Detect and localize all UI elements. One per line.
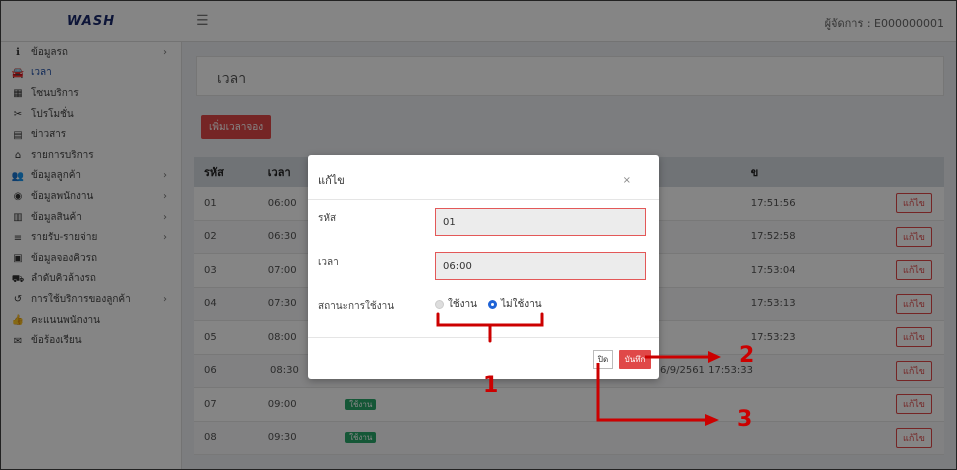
save-arrow-annotation [645, 351, 721, 363]
close-arrow-annotation [596, 363, 719, 426]
annotation-number-2: 2 [739, 343, 755, 368]
radio-bracket-annotation [436, 312, 544, 343]
app-window: WASH ☰ ผู้จัดการ : E000000001 ℹ ข้อมูลรถ ›… [0, 0, 957, 470]
annotation-number-3: 3 [737, 407, 753, 432]
annotation-number-1: 1 [483, 373, 499, 398]
annotation-layer [436, 312, 721, 426]
